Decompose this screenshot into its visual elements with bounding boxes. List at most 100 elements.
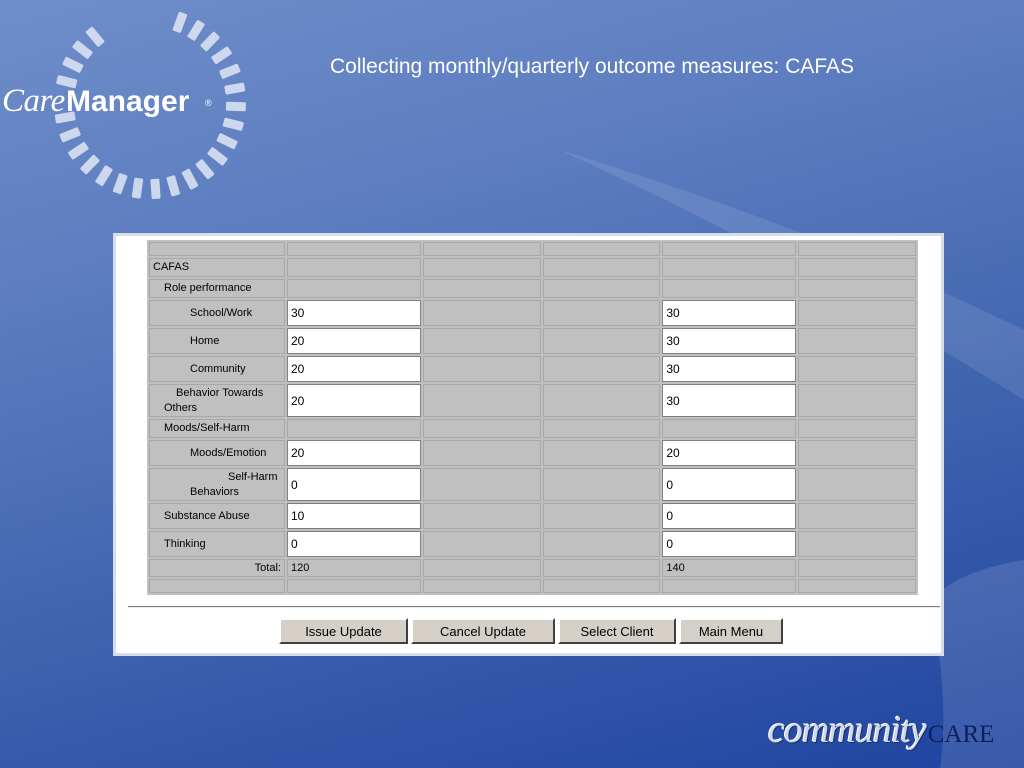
logo-ring-segment (200, 31, 220, 52)
issue-update-button[interactable]: Issue Update (279, 618, 408, 644)
row-label: Substance Abuse (149, 503, 285, 529)
table-row: Total: 120 140 (149, 559, 916, 577)
row-label (149, 579, 285, 593)
logo-ring-segment (72, 40, 93, 59)
row-label: Thinking (149, 531, 285, 557)
caremanager-logo: Care Manager ® (0, 0, 250, 210)
score-input-1[interactable]: 20 (286, 356, 421, 382)
empty-cell (798, 328, 916, 354)
score-input-2[interactable]: 30 (662, 300, 797, 326)
logo-ring-segment (62, 56, 84, 73)
score-input-2[interactable]: 30 (662, 356, 797, 382)
screenshot-panel: CAFAS Role performance School/Work 30 30 Home… (113, 233, 944, 656)
score-input-2[interactable]: 0 (662, 468, 797, 501)
main-menu-button[interactable]: Main Menu (679, 618, 783, 644)
empty-cell (422, 279, 541, 298)
empty-cell (422, 468, 541, 501)
total-value-2: 140 (662, 559, 797, 577)
empty-cell (798, 242, 916, 256)
empty-cell (662, 242, 797, 256)
table-row: Moods/Self-Harm (149, 419, 916, 438)
row-label: Total: (149, 559, 285, 577)
empty-cell (542, 258, 661, 277)
score-input-1[interactable]: 30 (286, 300, 421, 326)
empty-cell (662, 419, 797, 438)
table-row: Community 20 30 (149, 356, 916, 382)
table-row: Moods/Emotion 20 20 (149, 440, 916, 466)
empty-cell (422, 300, 541, 326)
empty-cell (662, 579, 797, 593)
empty-cell (798, 258, 916, 277)
empty-cell (542, 419, 661, 438)
empty-cell (422, 384, 541, 417)
empty-cell (422, 242, 541, 256)
table-row: School/Work 30 30 (149, 300, 916, 326)
empty-cell (422, 531, 541, 557)
logo-ring-segment (187, 20, 205, 41)
form-area: CAFAS Role performance School/Work 30 30 Home… (122, 236, 940, 645)
cancel-update-button[interactable]: Cancel Update (411, 618, 555, 644)
row-label: Community (149, 356, 285, 382)
logo-ring-segment (85, 26, 105, 47)
table-row: Thinking 0 0 (149, 531, 916, 557)
empty-cell (542, 356, 661, 382)
score-input-1[interactable]: 20 (286, 328, 421, 354)
logo-manager-text: Manager (66, 85, 190, 118)
empty-cell (542, 328, 661, 354)
row-label (149, 242, 285, 256)
logo-ring-segment (68, 141, 89, 160)
empty-cell (286, 258, 421, 277)
logo-ring-segment (225, 101, 246, 112)
empty-cell (422, 328, 541, 354)
table-row (149, 242, 916, 256)
logo-ring-segment (222, 117, 244, 131)
empty-cell (542, 468, 661, 501)
table-row: Substance Abuse 10 0 (149, 503, 916, 529)
row-label: Behavior Towards Others (149, 384, 285, 417)
empty-cell (798, 384, 916, 417)
logo-ring-segment (95, 165, 113, 186)
logo-ring-segment (207, 147, 228, 166)
logo-ring-segment (211, 46, 232, 65)
empty-cell (422, 503, 541, 529)
score-input-2[interactable]: 30 (662, 384, 797, 417)
score-input-1[interactable]: 20 (286, 440, 421, 466)
score-input-2[interactable]: 20 (662, 440, 797, 466)
logo-ring-segment (195, 159, 215, 180)
empty-cell (798, 356, 916, 382)
empty-cell (422, 419, 541, 438)
empty-cell (798, 440, 916, 466)
score-input-2[interactable]: 0 (662, 531, 797, 557)
empty-cell (798, 279, 916, 298)
logo-care-text: Care (2, 83, 65, 119)
empty-cell (798, 468, 916, 501)
divider (128, 606, 940, 608)
brand-care-text: CARE (927, 721, 995, 748)
row-label: CAFAS (149, 258, 285, 277)
row-label: Home (149, 328, 285, 354)
score-input-1[interactable]: 20 (286, 384, 421, 417)
logo-ring-segment (59, 127, 81, 143)
empty-cell (798, 503, 916, 529)
empty-cell (542, 559, 661, 577)
empty-cell (542, 300, 661, 326)
empty-cell (286, 579, 421, 593)
logo-ring-segment (224, 82, 246, 95)
table-row: Self-Harm Behaviors 0 0 (149, 468, 916, 501)
empty-cell (422, 258, 541, 277)
select-client-button[interactable]: Select Client (558, 618, 676, 644)
score-input-1[interactable]: 10 (286, 503, 421, 529)
empty-cell (662, 279, 797, 298)
score-input-2[interactable]: 30 (662, 328, 797, 354)
table-row: Home 20 30 (149, 328, 916, 354)
score-input-2[interactable]: 0 (662, 503, 797, 529)
empty-cell (798, 419, 916, 438)
empty-cell (542, 279, 661, 298)
score-input-1[interactable]: 0 (286, 531, 421, 557)
table-row: Role performance (149, 279, 916, 298)
logo-ring-segment (80, 154, 100, 175)
logo-registered-mark: ® (205, 98, 212, 108)
empty-cell (542, 242, 661, 256)
brand-community-text: community (768, 709, 927, 751)
score-input-1[interactable]: 0 (286, 468, 421, 501)
